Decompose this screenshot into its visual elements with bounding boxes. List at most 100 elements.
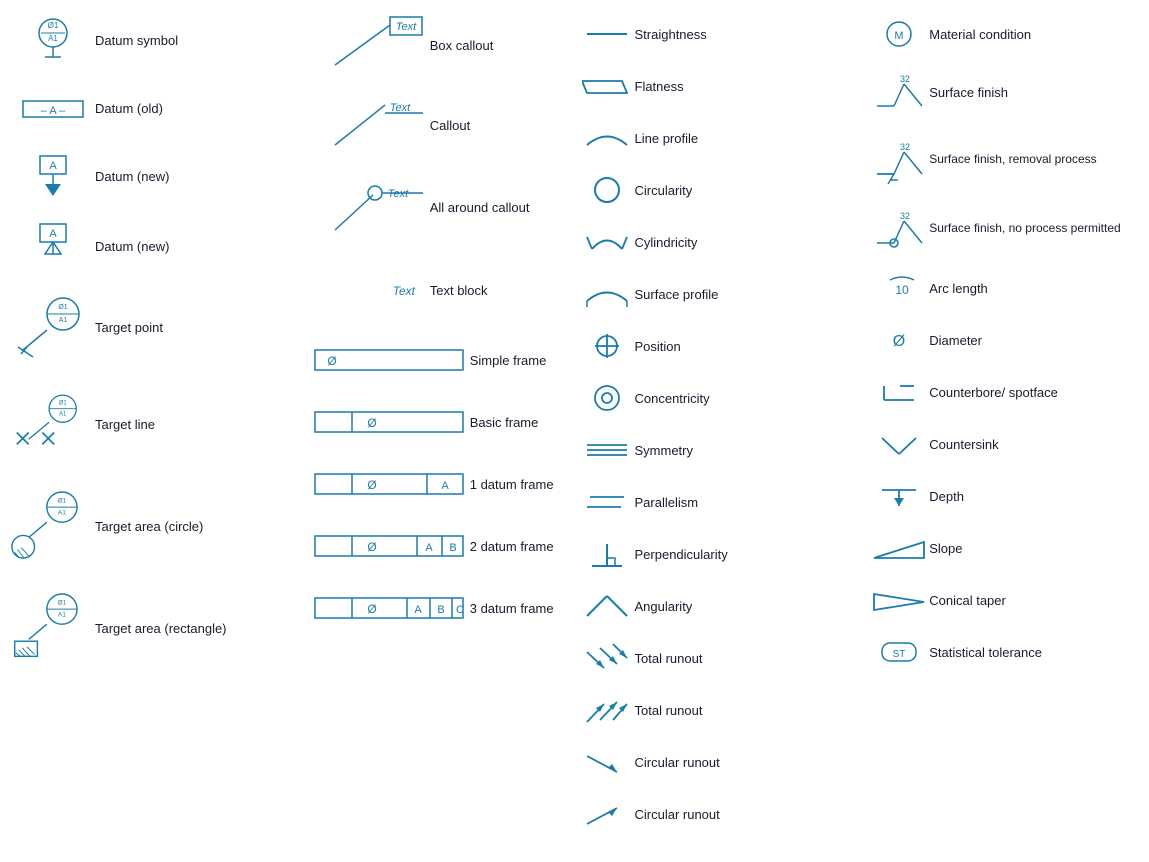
symbol-target-point: Ø1 A1 [10,292,95,362]
symbol-box-callout: Text [310,15,430,75]
item-line-profile: Line profile [580,119,850,157]
col4-additional: M Material condition 32 Surface finish [859,10,1149,852]
symbol-all-around-callout: Text [310,175,430,240]
item-total-runout1: Total runout [580,639,850,677]
label-three-datum-frame: 3 datum frame [470,601,560,616]
symbol-line-profile [580,123,635,153]
item-symmetry: Symmetry [580,431,850,469]
symbol-surface-finish-no-process: 32 [869,203,929,253]
label-concentricity: Concentricity [635,391,850,406]
label-target-area-rect: Target area (rectangle) [95,621,290,636]
svg-text:– A –: – A – [40,105,65,117]
symbol-slope [869,532,929,564]
label-cylindricity: Cylindricity [635,235,850,250]
svg-text:Ø: Ø [328,354,337,368]
svg-text:Text: Text [390,102,411,114]
svg-text:A1: A1 [58,510,66,517]
main-page: Ø1 A1 Datum symbol – A – Datum (old) [0,0,1149,862]
item-all-around-callout: Text All around callout [310,175,560,240]
item-material-condition: M Material condition [869,15,1139,53]
symbol-datum-new2: A [10,219,95,274]
symbol-concentricity [580,382,635,414]
label-circular-runout2: Circular runout [635,807,850,822]
item-callout: Text Callout [310,95,560,155]
svg-text:Ø1: Ø1 [59,400,68,406]
label-symmetry: Symmetry [635,443,850,458]
svg-text:A1: A1 [58,317,67,324]
item-cylindricity: Cylindricity [580,223,850,261]
item-conical-taper: Conical taper [869,581,1139,619]
col1-datums: Ø1 A1 Datum symbol – A – Datum (old) [0,10,300,852]
symbol-angularity [580,591,635,621]
label-surface-finish-no-process: Surface finish, no process permitted [929,221,1139,235]
label-conical-taper: Conical taper [929,593,1139,608]
item-circularity: Circularity [580,171,850,209]
label-datum-new2: Datum (new) [95,239,290,254]
label-angularity: Angularity [635,599,850,614]
item-surface-finish-no-process: 32 Surface finish, no process permitted [869,200,1139,255]
symbol-diameter: Ø [869,324,929,356]
symbol-text-block: Text [310,270,430,310]
item-surface-finish-removal: 32 Surface finish, removal process [869,131,1139,186]
symbol-symmetry [580,435,635,465]
symbol-straightness [580,19,635,49]
symbol-cylindricity [580,227,635,257]
item-box-callout: Text Box callout [310,15,560,75]
symbol-datum-new1: A [10,151,95,201]
item-three-datum-frame: Ø A B C 3 datum frame [310,588,560,628]
symbol-flatness [580,71,635,101]
symbol-perpendicularity [580,538,635,570]
item-target-area-rect: Ø1 A1 Target area (rectangle) [10,588,290,668]
label-datum-symbol: Datum symbol [95,33,290,48]
col2-callouts-frames: Text Box callout Text Callout [300,10,570,852]
label-box-callout: Box callout [430,38,560,53]
item-parallelism: Parallelism [580,483,850,521]
item-circular-runout1: Circular runout [580,743,850,781]
item-statistical-tolerance: ST Statistical tolerance [869,633,1139,671]
symbol-total-runout2 [580,694,635,726]
item-datum-new2: A Datum (new) [10,219,290,274]
symbol-one-datum-frame: Ø A [310,468,470,500]
symbol-arc-length: 10 [869,272,929,304]
label-material-condition: Material condition [929,27,1139,42]
symbol-conical-taper [869,584,929,616]
svg-text:A: A [442,480,450,492]
item-basic-frame: Ø Basic frame [310,402,560,442]
label-total-runout1: Total runout [635,651,850,666]
item-surface-profile: Surface profile [580,275,850,313]
svg-text:Ø: Ø [368,602,377,616]
item-datum-symbol: Ø1 A1 Datum symbol [10,15,290,65]
item-counterbore: Counterbore/ spotface [869,373,1139,411]
symbol-circular-runout2 [580,798,635,830]
item-position: Position [580,327,850,365]
label-target-point: Target point [95,320,290,335]
label-arc-length: Arc length [929,281,1139,296]
item-target-area-circle: Ø1 A1 Target area (circle) [10,486,290,566]
label-straightness: Straightness [635,27,850,42]
svg-text:Text: Text [392,284,415,298]
svg-text:B: B [450,542,457,554]
symbol-surface-finish: 32 [869,68,929,116]
item-datum-old: – A – Datum (old) [10,83,290,133]
item-circular-runout2: Circular runout [580,795,850,833]
item-surface-finish: 32 Surface finish [869,67,1139,117]
label-countersink: Countersink [929,437,1139,452]
symbol-datum-old: – A – [10,93,95,123]
svg-text:A1: A1 [58,612,66,619]
label-position: Position [635,339,850,354]
symbol-target-area-rect: Ø1 A1 [10,588,95,668]
symbol-target-area-circle: Ø1 A1 [10,486,95,566]
label-perpendicularity: Perpendicularity [635,547,850,562]
svg-text:C: C [456,604,464,616]
col3-gdt: Straightness Flatness Line profile [570,10,860,852]
item-depth: Depth [869,477,1139,515]
item-text-block: Text Text block [310,260,560,320]
label-simple-frame: Simple frame [470,353,560,368]
symbol-target-line: Ø1 A1 [10,384,95,464]
label-callout: Callout [430,118,560,133]
symbol-position [580,330,635,362]
symbol-surface-profile [580,279,635,309]
svg-text:A: A [415,604,423,616]
symbol-countersink [869,428,929,460]
label-flatness: Flatness [635,79,850,94]
